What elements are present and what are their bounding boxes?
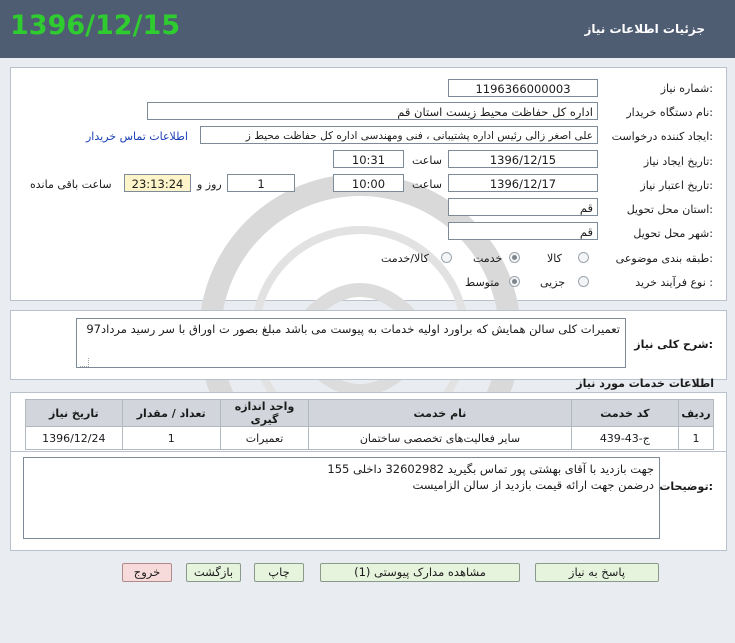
buyer-org-field: اداره کل حفاظت محیط زیست استان قم — [147, 102, 598, 120]
process-minor-radio[interactable] — [578, 276, 589, 287]
need-number-field: 1196366000003 — [448, 79, 598, 97]
contact-info-link[interactable]: اطلاعات تماس خریدار — [86, 130, 188, 143]
attachments-button[interactable]: مشاهده مدارک پیوستی (1) — [320, 563, 520, 582]
col-service-name: نام خدمت — [308, 399, 572, 427]
announce-date-field: 1396/12/15 — [448, 150, 598, 168]
days-label: روز و — [197, 178, 222, 191]
city-field: قم — [448, 222, 598, 240]
days-remaining-field: 1 — [227, 174, 295, 192]
process-medium-radio[interactable] — [509, 276, 520, 287]
cell-date: 1396/12/24 — [25, 426, 123, 450]
announce-date-label: تاریخ ایجاد نیاز: — [643, 155, 713, 168]
validity-time-label: ساعت — [412, 178, 442, 191]
category-service-label: خدمت — [473, 252, 503, 265]
announce-time-field: 10:31 — [333, 150, 404, 168]
col-unit: واحد اندازه گیری — [219, 399, 310, 427]
countdown-label: ساعت باقی مانده — [30, 178, 112, 191]
announce-time-label: ساعت — [412, 154, 442, 167]
category-service-radio[interactable] — [509, 252, 520, 263]
category-goods-service-label: کالا/خدمت — [381, 252, 429, 265]
cell-quantity: 1 — [121, 426, 221, 450]
need-number-label: شماره نیاز: — [660, 82, 713, 95]
requester-field: علی اصغر زالی رئیس اداره پشتیبانی ، فنی … — [200, 126, 598, 144]
category-goods-service-radio[interactable] — [441, 252, 452, 263]
date-stamp: 1396/12/15 — [10, 10, 181, 41]
category-goods-radio[interactable] — [578, 252, 589, 263]
col-row: ردیف — [678, 399, 714, 427]
countdown-field: 23:13:24 — [124, 174, 191, 192]
notes-line-1: جهت بازدید با آقای بهشتی پور تماس بگیرید… — [327, 462, 654, 476]
process-medium-label: متوسط — [465, 276, 500, 289]
province-label: استان محل تحویل: — [626, 203, 713, 216]
category-goods-label: کالا — [547, 252, 562, 265]
services-table: تاریخ نیاز تعداد / مقدار واحد اندازه گیر… — [25, 399, 714, 450]
validity-date-field: 1396/12/17 — [448, 174, 598, 192]
summary-resize-handle[interactable] — [80, 358, 89, 367]
page-title: جزئیات اطلاعات نیاز — [584, 22, 705, 36]
requester-label: ایجاد کننده درخواست: — [611, 130, 713, 143]
process-minor-label: جزیی — [540, 276, 566, 289]
services-header-row: تاریخ نیاز تعداد / مقدار واحد اندازه گیر… — [25, 399, 714, 427]
services-title: اطلاعات خدمات مورد نیاز — [576, 377, 714, 390]
col-date: تاریخ نیاز — [25, 399, 123, 427]
city-label: شهر محل تحویل: — [633, 227, 713, 240]
notes-text: جهت بازدید با آقای بهشتی پور تماس بگیرید… — [23, 457, 660, 539]
validity-date-label: تاریخ اعتبار نیاز: — [640, 179, 713, 192]
cell-service-name: سایر فعالیت‌های تخصصی ساختمان — [308, 426, 572, 450]
reply-button[interactable]: پاسخ به نیاز — [535, 563, 659, 582]
summary-label: شرح کلی نیاز: — [634, 338, 713, 351]
col-quantity: تعداد / مقدار — [121, 399, 221, 427]
cell-service-code: ج-43-439 — [570, 426, 680, 450]
validity-time-field: 10:00 — [333, 174, 404, 192]
category-label: طبقه بندی موضوعی: — [615, 252, 713, 265]
print-button[interactable]: چاپ — [254, 563, 304, 582]
summary-text: تعمیرات کلی سالن همایش که براورد اولیه خ… — [76, 318, 626, 368]
col-service-code: کد خدمت — [570, 399, 680, 427]
table-row: 1396/12/24 1 تعمیرات سایر فعالیت‌های تخص… — [25, 426, 714, 450]
process-label: نوع فرآیند خرید : — [635, 276, 713, 289]
province-field: قم — [448, 198, 598, 216]
cell-unit: تعمیرات — [219, 426, 310, 450]
back-button[interactable]: بازگشت — [186, 563, 241, 582]
notes-line-2: درضمن جهت ارائه قیمت بازدید از سالن الزا… — [412, 478, 654, 492]
buyer-org-label: نام دستگاه خریدار: — [626, 106, 713, 119]
exit-button[interactable]: خروج — [122, 563, 172, 582]
cell-row: 1 — [678, 426, 714, 450]
